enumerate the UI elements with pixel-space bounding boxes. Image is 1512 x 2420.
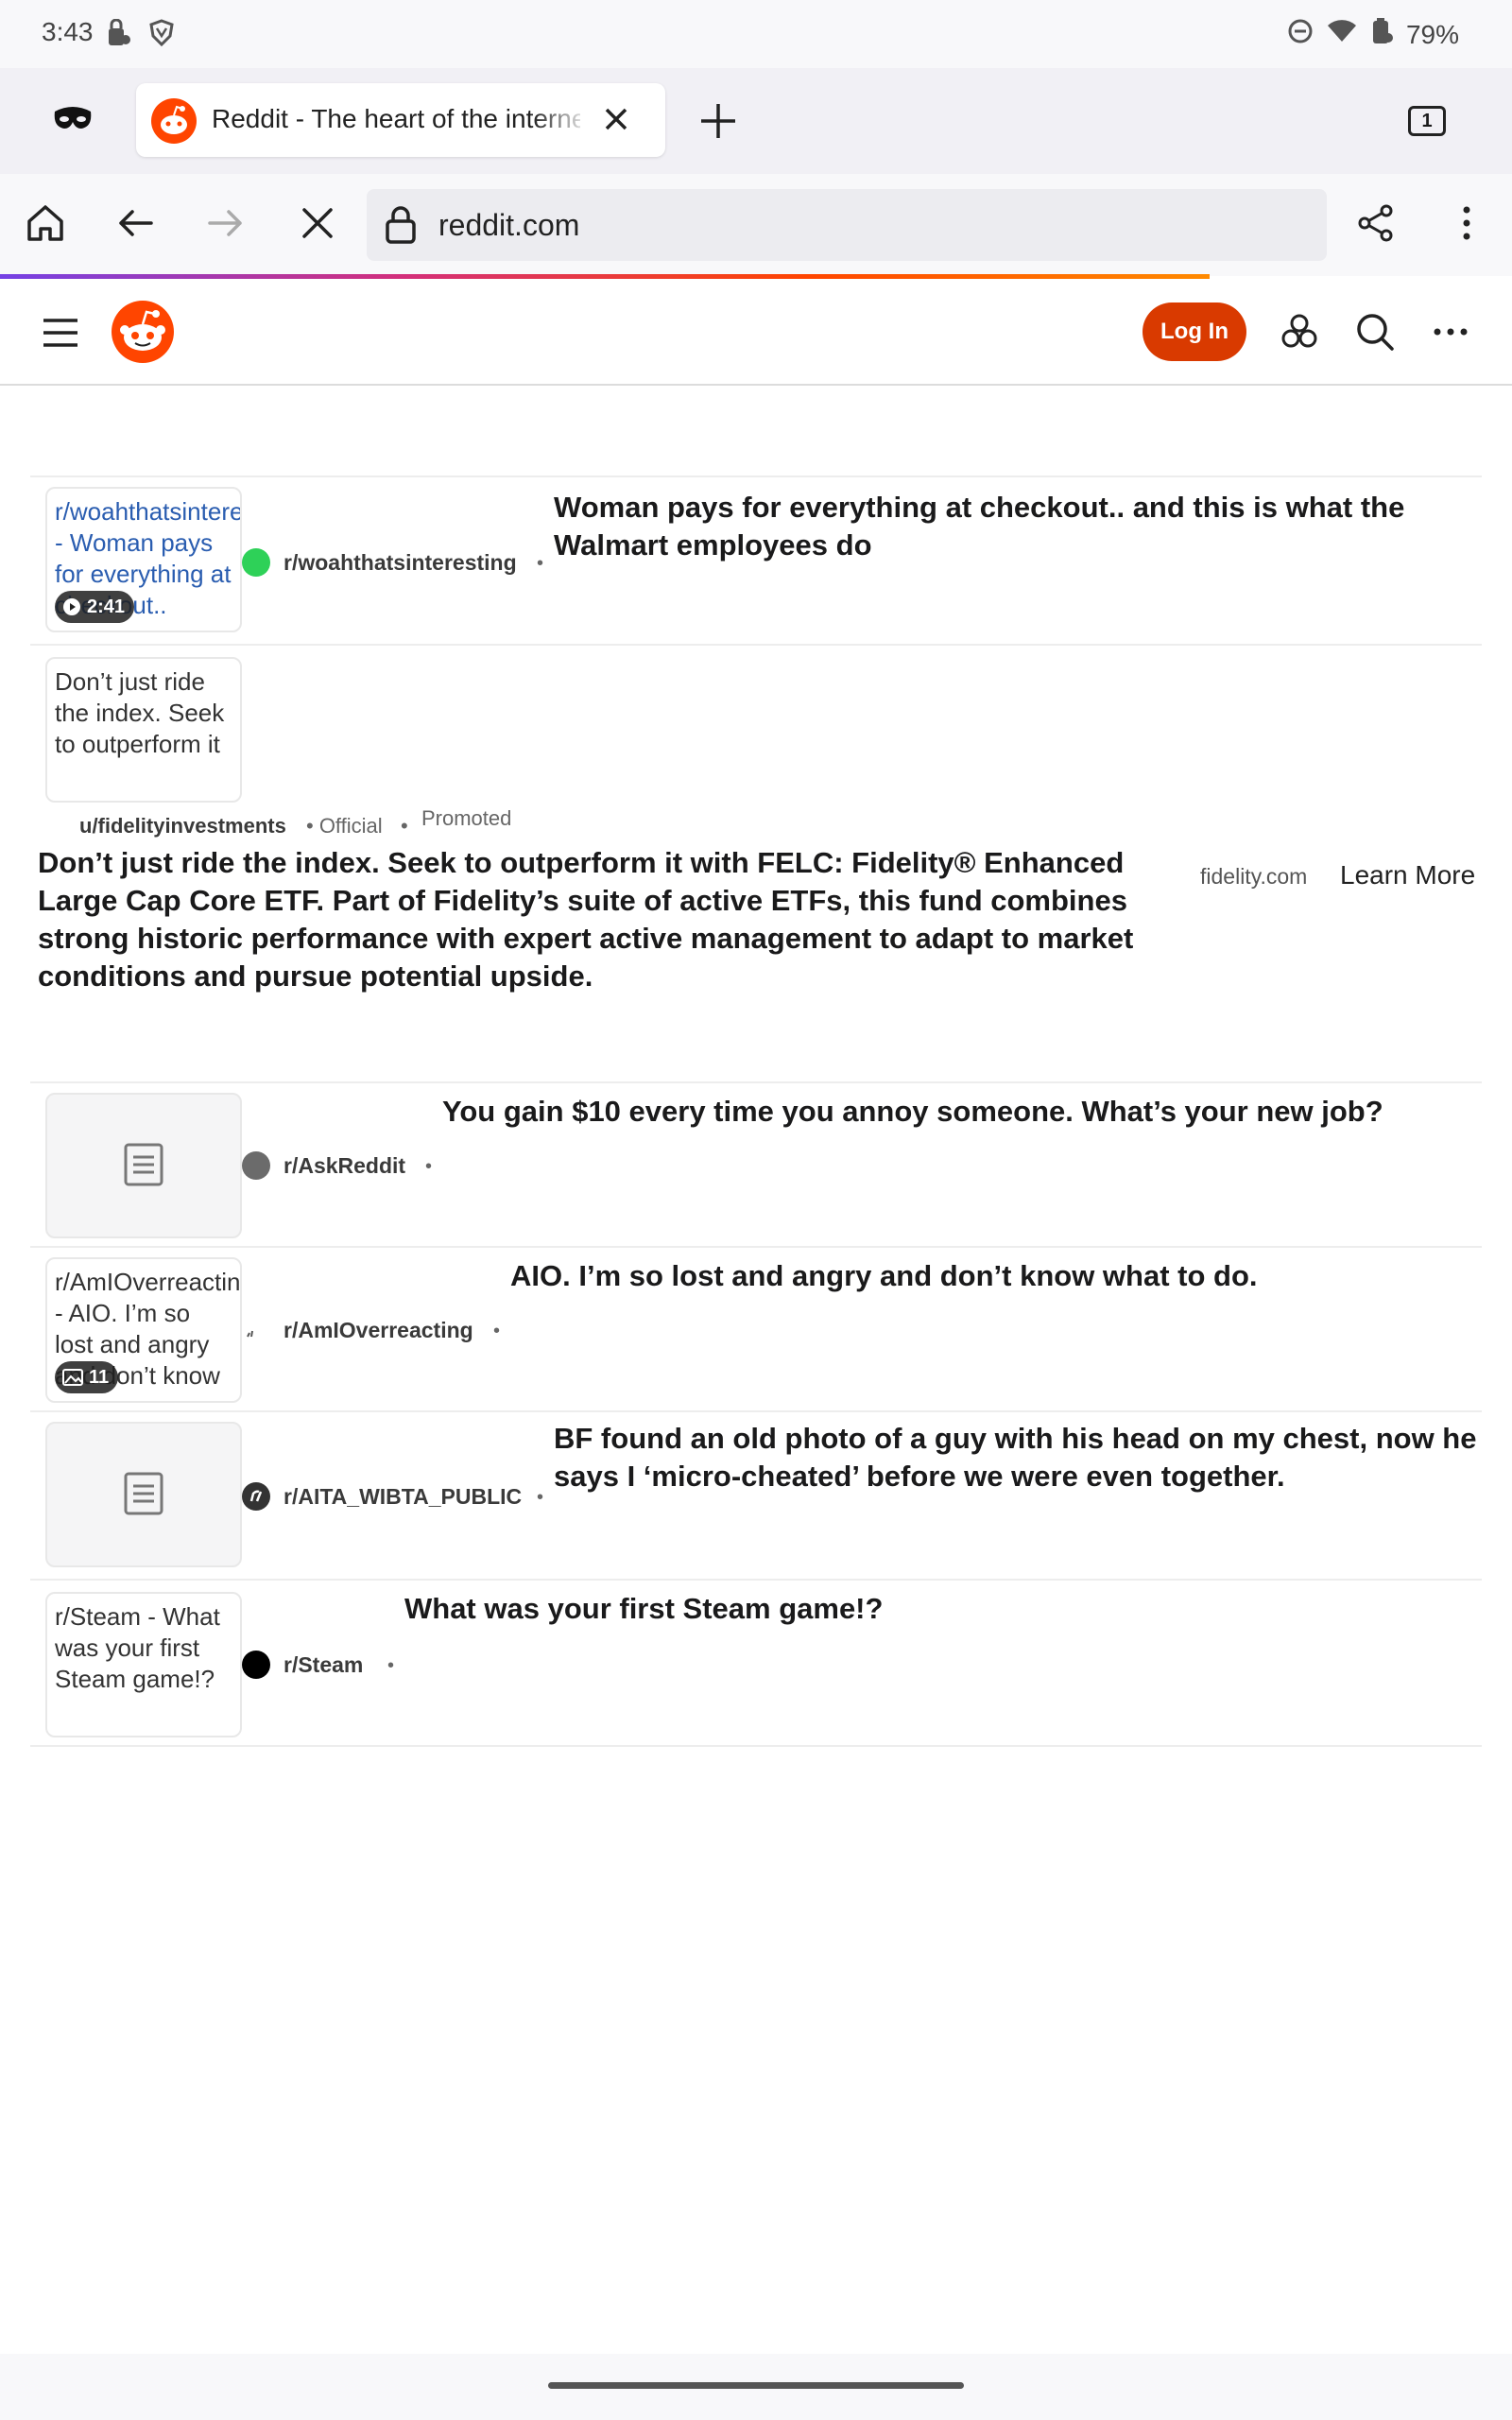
subreddit-icon [242, 1651, 270, 1679]
gallery-icon [62, 1369, 83, 1386]
ad-thumbnail[interactable]: Don’t just ride the index. Seek to outpe… [45, 657, 242, 803]
post-item[interactable]: r/AskReddit • You gain $10 every time yo… [30, 1081, 1482, 1246]
new-tab-icon[interactable] [699, 102, 737, 145]
home-icon[interactable] [25, 202, 66, 249]
url-text: reddit.com [438, 208, 580, 242]
play-icon [63, 598, 80, 615]
browser-menu-icon[interactable] [1446, 202, 1487, 249]
shield-icon [149, 19, 174, 52]
subreddit-name[interactable]: r/Steam [284, 1652, 363, 1678]
video-duration-badge: 2:41 [55, 591, 135, 623]
official-label: • Official [306, 814, 383, 838]
promoted-label: Promoted [421, 806, 512, 830]
subreddit-icon [244, 1323, 263, 1342]
reddit-header: Log In [0, 280, 1512, 386]
subreddit-icon [242, 548, 270, 577]
post-title[interactable]: Woman pays for everything at checkout.. … [554, 489, 1480, 564]
search-icon[interactable] [1355, 312, 1395, 356]
wifi-icon [1327, 19, 1357, 50]
page-load-progress [0, 274, 1210, 279]
gallery-count-badge: 11 [55, 1361, 119, 1393]
forward-arrow-icon[interactable] [204, 202, 246, 249]
browser-toolbar: reddit.com [0, 174, 1512, 276]
lock-icon[interactable] [384, 204, 418, 251]
post-thumbnail[interactable] [45, 1093, 242, 1238]
tab-strip: Reddit - The heart of the internet 1 [0, 68, 1512, 174]
lock-badge-icon [106, 18, 130, 52]
subreddit-icon [242, 1482, 270, 1511]
battery-level: 79% [1405, 19, 1459, 49]
url-bar[interactable]: reddit.com [367, 189, 1327, 261]
post-thumbnail[interactable]: r/Steam - What was your first Steam game… [45, 1592, 242, 1737]
text-post-icon [124, 1472, 163, 1515]
status-time: 3:43 [42, 17, 94, 46]
tab-reddit[interactable]: Reddit - The heart of the internet [136, 83, 665, 157]
stop-loading-icon[interactable] [297, 202, 338, 249]
status-bar: 3:43 79% [0, 0, 1512, 68]
dnd-icon [1287, 18, 1314, 51]
subreddit-name[interactable]: r/AskReddit [284, 1153, 405, 1179]
post-item[interactable]: r/AmIOverreacting - AIO. I’m so lost and… [30, 1246, 1482, 1410]
tab-counter-button[interactable]: 1 [1408, 106, 1446, 136]
subreddit-icon [242, 1151, 270, 1180]
post-title[interactable]: AIO. I’m so lost and angry and don’t kno… [510, 1257, 1455, 1295]
share-icon[interactable] [1355, 202, 1397, 249]
subreddit-name[interactable]: r/woahthatsinteresting [284, 550, 517, 576]
tab-title: Reddit - The heart of the internet [212, 104, 580, 133]
post-item[interactable]: r/AITA_WIBTA_PUBLIC • BF found an old ph… [30, 1410, 1482, 1579]
hamburger-menu-icon[interactable] [42, 318, 79, 353]
post-thumbnail[interactable]: r/woahthatsinteresting - Woman pays for … [45, 487, 242, 632]
text-post-icon [124, 1143, 163, 1186]
subreddit-name[interactable]: r/AITA_WIBTA_PUBLIC [284, 1484, 522, 1510]
more-options-icon[interactable] [1431, 312, 1470, 356]
private-mode-icon[interactable] [53, 106, 93, 137]
back-arrow-icon[interactable] [115, 202, 157, 249]
close-tab-icon[interactable] [599, 102, 633, 141]
post-thumbnail[interactable]: r/AmIOverreacting - AIO. I’m so lost and… [45, 1257, 242, 1403]
post-title[interactable]: What was your first Steam game!? [404, 1590, 1349, 1628]
ad-body-text[interactable]: Don’t just ride the index. Seek to outpe… [38, 844, 1181, 995]
login-button[interactable]: Log In [1143, 302, 1246, 361]
post-item[interactable]: r/Steam - What was your first Steam game… [30, 1579, 1482, 1747]
reddit-logo[interactable] [112, 301, 174, 363]
learn-more-button[interactable]: Learn More [1340, 860, 1475, 890]
subreddit-name[interactable]: r/AmIOverreacting [284, 1318, 473, 1343]
post-thumbnail[interactable] [45, 1422, 242, 1567]
post-item[interactable]: r/woahthatsinteresting - Woman pays for … [30, 475, 1482, 644]
get-app-icon[interactable] [1280, 312, 1319, 356]
reddit-favicon-icon [151, 98, 197, 144]
gesture-handle[interactable] [548, 2382, 964, 2389]
battery-icon [1370, 17, 1393, 52]
post-title[interactable]: You gain $10 every time you annoy someon… [442, 1093, 1387, 1131]
ad-domain[interactable]: fidelity.com [1200, 864, 1307, 890]
ad-username[interactable]: u/fidelityinvestments [79, 814, 286, 838]
post-title[interactable]: BF found an old photo of a guy with his … [554, 1420, 1489, 1495]
